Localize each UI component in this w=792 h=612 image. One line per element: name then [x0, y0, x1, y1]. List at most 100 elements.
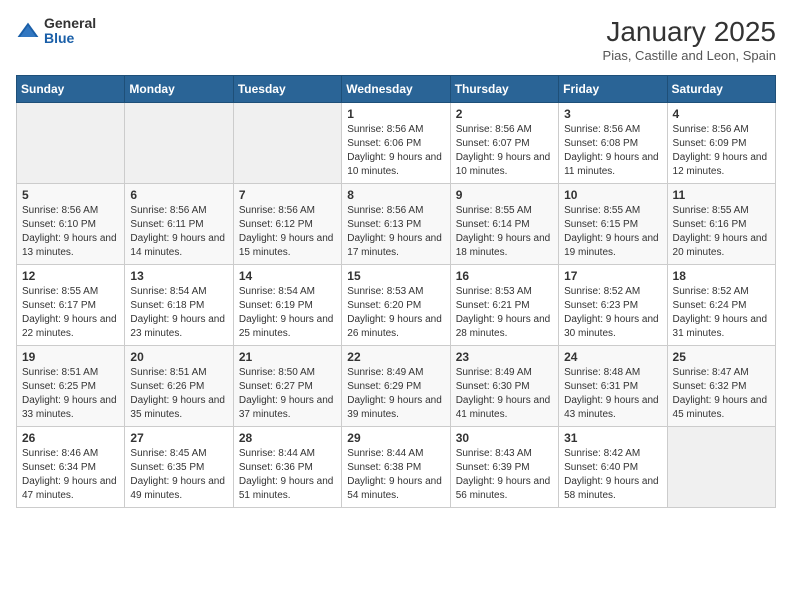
day-info: Sunrise: 8:54 AM Sunset: 6:18 PM Dayligh… [130, 285, 227, 341]
calendar-cell: 3 Sunrise: 8:56 AM Sunset: 6:08 PM Daylig… [559, 103, 667, 184]
logo-blue-text: Blue [44, 31, 96, 46]
title-block: January 2025 Pias, Castille and Leon, Sp… [603, 16, 776, 63]
calendar-cell: 1Sunrise: 8:56 AM Sunset: 6:06 PM Daylig… [342, 103, 450, 184]
day-info: Sunrise: 8:46 AM Sunset: 6:34 PM Dayligh… [22, 447, 119, 503]
calendar-cell: 7 Sunrise: 8:56 AM Sunset: 6:12 PM Daylig… [233, 184, 341, 265]
day-number: 26 [22, 431, 119, 445]
day-number: 10 [564, 188, 661, 202]
calendar-cell: 24 Sunrise: 8:48 AM Sunset: 6:31 PM Dayli… [559, 346, 667, 427]
header-day-saturday: Saturday [667, 76, 775, 103]
day-number: 12 [22, 269, 119, 283]
week-row-1: 1Sunrise: 8:56 AM Sunset: 6:06 PM Daylig… [17, 103, 776, 184]
day-number: 6 [130, 188, 227, 202]
day-info: Sunrise: 8:55 AM Sunset: 6:16 PM Dayligh… [673, 204, 770, 260]
calendar-cell: 23 Sunrise: 8:49 AM Sunset: 6:30 PM Dayli… [450, 346, 558, 427]
day-info: Sunrise: 8:56 AM Sunset: 6:10 PM Dayligh… [22, 204, 119, 260]
calendar-header: SundayMondayTuesdayWednesdayThursdayFrid… [17, 76, 776, 103]
day-number: 2 [456, 107, 553, 121]
calendar-cell: 6 Sunrise: 8:56 AM Sunset: 6:11 PM Daylig… [125, 184, 233, 265]
calendar-cell: 11 Sunrise: 8:55 AM Sunset: 6:16 PM Dayli… [667, 184, 775, 265]
day-number: 16 [456, 269, 553, 283]
day-number: 19 [22, 350, 119, 364]
calendar-cell: 25Sunrise: 8:47 AM Sunset: 6:32 PM Dayli… [667, 346, 775, 427]
day-info: Sunrise: 8:53 AM Sunset: 6:21 PM Dayligh… [456, 285, 553, 341]
calendar-cell: 26 Sunrise: 8:46 AM Sunset: 6:34 PM Dayli… [17, 427, 125, 508]
day-number: 22 [347, 350, 444, 364]
day-info: Sunrise: 8:50 AM Sunset: 6:27 PM Dayligh… [239, 366, 336, 422]
calendar-cell: 10 Sunrise: 8:55 AM Sunset: 6:15 PM Dayli… [559, 184, 667, 265]
day-number: 21 [239, 350, 336, 364]
calendar-cell: 19 Sunrise: 8:51 AM Sunset: 6:25 PM Dayli… [17, 346, 125, 427]
day-number: 24 [564, 350, 661, 364]
logo: General Blue [16, 16, 96, 47]
day-info: Sunrise: 8:48 AM Sunset: 6:31 PM Dayligh… [564, 366, 661, 422]
day-info: Sunrise: 8:53 AM Sunset: 6:20 PM Dayligh… [347, 285, 444, 341]
week-row-5: 26 Sunrise: 8:46 AM Sunset: 6:34 PM Dayli… [17, 427, 776, 508]
calendar-cell [233, 103, 341, 184]
day-info: Sunrise: 8:42 AM Sunset: 6:40 PM Dayligh… [564, 447, 661, 503]
day-number: 30 [456, 431, 553, 445]
day-info: Sunrise: 8:44 AM Sunset: 6:36 PM Dayligh… [239, 447, 336, 503]
calendar-cell: 22 Sunrise: 8:49 AM Sunset: 6:29 PM Dayli… [342, 346, 450, 427]
calendar-cell: 28Sunrise: 8:44 AM Sunset: 6:36 PM Dayli… [233, 427, 341, 508]
header-row: SundayMondayTuesdayWednesdayThursdayFrid… [17, 76, 776, 103]
day-info: Sunrise: 8:56 AM Sunset: 6:12 PM Dayligh… [239, 204, 336, 260]
day-number: 23 [456, 350, 553, 364]
day-info: Sunrise: 8:43 AM Sunset: 6:39 PM Dayligh… [456, 447, 553, 503]
day-info: Sunrise: 8:56 AM Sunset: 6:07 PM Dayligh… [456, 123, 553, 179]
day-info: Sunrise: 8:44 AM Sunset: 6:38 PM Dayligh… [347, 447, 444, 503]
header-day-wednesday: Wednesday [342, 76, 450, 103]
day-number: 8 [347, 188, 444, 202]
day-number: 27 [130, 431, 227, 445]
day-number: 14 [239, 269, 336, 283]
month-title: January 2025 [603, 16, 776, 48]
location-text: Pias, Castille and Leon, Spain [603, 48, 776, 63]
header-day-thursday: Thursday [450, 76, 558, 103]
calendar-body: 1Sunrise: 8:56 AM Sunset: 6:06 PM Daylig… [17, 103, 776, 508]
calendar-cell: 27Sunrise: 8:45 AM Sunset: 6:35 PM Dayli… [125, 427, 233, 508]
day-number: 1 [347, 107, 444, 121]
day-info: Sunrise: 8:56 AM Sunset: 6:11 PM Dayligh… [130, 204, 227, 260]
logo-general-text: General [44, 16, 96, 31]
day-info: Sunrise: 8:49 AM Sunset: 6:29 PM Dayligh… [347, 366, 444, 422]
calendar-cell: 5Sunrise: 8:56 AM Sunset: 6:10 PM Daylig… [17, 184, 125, 265]
day-number: 29 [347, 431, 444, 445]
calendar-cell [667, 427, 775, 508]
calendar-table: SundayMondayTuesdayWednesdayThursdayFrid… [16, 75, 776, 508]
day-number: 17 [564, 269, 661, 283]
week-row-3: 12 Sunrise: 8:55 AM Sunset: 6:17 PM Dayli… [17, 265, 776, 346]
day-number: 11 [673, 188, 770, 202]
header-day-sunday: Sunday [17, 76, 125, 103]
day-info: Sunrise: 8:55 AM Sunset: 6:15 PM Dayligh… [564, 204, 661, 260]
week-row-4: 19 Sunrise: 8:51 AM Sunset: 6:25 PM Dayli… [17, 346, 776, 427]
day-number: 3 [564, 107, 661, 121]
calendar-cell: 30 Sunrise: 8:43 AM Sunset: 6:39 PM Dayli… [450, 427, 558, 508]
calendar-cell: 20Sunrise: 8:51 AM Sunset: 6:26 PM Dayli… [125, 346, 233, 427]
header-day-tuesday: Tuesday [233, 76, 341, 103]
day-info: Sunrise: 8:49 AM Sunset: 6:30 PM Dayligh… [456, 366, 553, 422]
day-info: Sunrise: 8:52 AM Sunset: 6:24 PM Dayligh… [673, 285, 770, 341]
logo-icon [16, 21, 40, 41]
calendar-cell: 8Sunrise: 8:56 AM Sunset: 6:13 PM Daylig… [342, 184, 450, 265]
day-number: 7 [239, 188, 336, 202]
day-info: Sunrise: 8:51 AM Sunset: 6:26 PM Dayligh… [130, 366, 227, 422]
day-info: Sunrise: 8:55 AM Sunset: 6:14 PM Dayligh… [456, 204, 553, 260]
calendar-cell: 15 Sunrise: 8:53 AM Sunset: 6:20 PM Dayli… [342, 265, 450, 346]
day-info: Sunrise: 8:56 AM Sunset: 6:09 PM Dayligh… [673, 123, 770, 179]
calendar-cell: 21 Sunrise: 8:50 AM Sunset: 6:27 PM Dayli… [233, 346, 341, 427]
calendar-cell: 17 Sunrise: 8:52 AM Sunset: 6:23 PM Dayli… [559, 265, 667, 346]
day-info: Sunrise: 8:54 AM Sunset: 6:19 PM Dayligh… [239, 285, 336, 341]
week-row-2: 5Sunrise: 8:56 AM Sunset: 6:10 PM Daylig… [17, 184, 776, 265]
day-info: Sunrise: 8:56 AM Sunset: 6:08 PM Dayligh… [564, 123, 661, 179]
day-info: Sunrise: 8:47 AM Sunset: 6:32 PM Dayligh… [673, 366, 770, 422]
day-number: 15 [347, 269, 444, 283]
calendar-cell: 18 Sunrise: 8:52 AM Sunset: 6:24 PM Dayli… [667, 265, 775, 346]
day-number: 4 [673, 107, 770, 121]
day-info: Sunrise: 8:55 AM Sunset: 6:17 PM Dayligh… [22, 285, 119, 341]
day-number: 18 [673, 269, 770, 283]
day-info: Sunrise: 8:52 AM Sunset: 6:23 PM Dayligh… [564, 285, 661, 341]
day-info: Sunrise: 8:51 AM Sunset: 6:25 PM Dayligh… [22, 366, 119, 422]
calendar-cell: 29 Sunrise: 8:44 AM Sunset: 6:38 PM Dayli… [342, 427, 450, 508]
calendar-cell: 9Sunrise: 8:55 AM Sunset: 6:14 PM Daylig… [450, 184, 558, 265]
calendar-cell [17, 103, 125, 184]
